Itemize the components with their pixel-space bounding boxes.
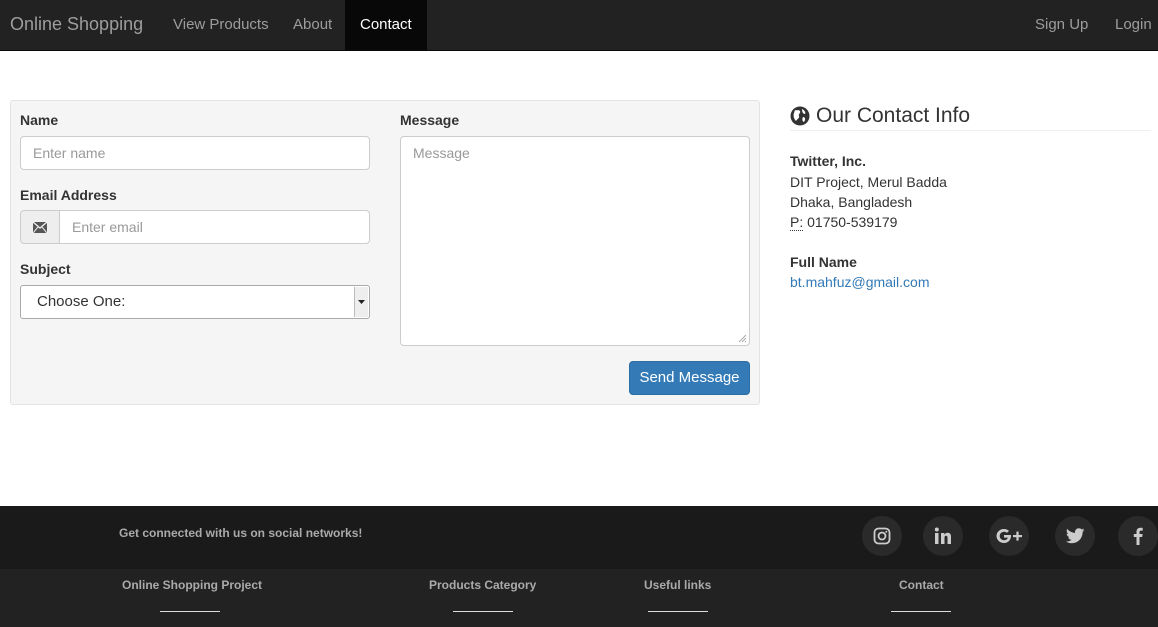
footer-heading-useful-links: Useful links [644,578,712,592]
globe-icon [790,106,810,126]
resize-handle-icon[interactable] [737,333,747,343]
nav-about[interactable]: About [278,0,347,50]
person-name-text: Full Name [790,254,857,270]
google-plus-icon[interactable] [989,516,1029,556]
message-label: Message [400,112,460,128]
company-name: Twitter, Inc. [790,153,866,169]
contact-info-title: Our Contact Info [816,104,971,127]
contact-info-heading: Our Contact Info [790,102,1151,131]
footer-divider [891,611,951,612]
footer-heading-products: Products Category [429,578,537,592]
footer-heading-contact: Contact [899,578,944,592]
social-bar: Get connected with us on social networks… [0,506,1158,569]
footer-heading-project: Online Shopping Project [122,578,263,592]
nav-contact[interactable]: Contact [345,0,427,50]
envelope-icon [33,221,47,233]
footer-divider [648,611,708,612]
footer-divider [160,611,220,612]
nav-sign-up[interactable]: Sign Up [1020,0,1103,50]
brand-link[interactable]: Online Shopping [10,14,143,35]
name-input[interactable]: Enter name [20,136,370,170]
subject-label: Subject [20,261,71,277]
email-label: Email Address [20,187,117,203]
phone-number: 01750-539179 [807,214,898,230]
nav-view-products[interactable]: View Products [158,0,284,50]
address-line-1: DIT Project, Merul Badda [790,174,947,190]
email-addon [20,210,60,244]
nav-login[interactable]: Login [1100,0,1158,50]
phone-line: P: 01750-539179 [790,214,898,231]
social-text: Get connected with us on social networks… [119,526,363,540]
company-name-text: Twitter, Inc. [790,153,866,169]
person-name: Full Name [790,254,857,270]
message-textarea[interactable]: Message [400,136,750,346]
address-line-2: Dhaka, Bangladesh [790,194,913,210]
twitter-icon[interactable] [1055,516,1095,556]
email-line: bt.mahfuz@gmail.com [790,274,929,290]
top-navbar: Online Shopping View Products About Cont… [0,0,1158,51]
footer: Online Shopping Project Products Categor… [0,569,1158,627]
phone-prefix: P: [790,214,804,231]
linkedin-icon[interactable] [923,516,963,556]
message-placeholder: Message [413,145,470,161]
footer-divider [453,611,513,612]
name-label: Name [20,112,59,128]
email-link[interactable]: bt.mahfuz@gmail.com [790,274,929,290]
send-message-button[interactable]: Send Message [629,361,750,395]
email-input[interactable]: Enter email [59,210,370,244]
subject-select[interactable]: Choose One: [20,285,370,319]
subject-selected-value: Choose One: [37,293,126,310]
chevron-down-icon [354,287,368,317]
facebook-icon[interactable] [1118,516,1158,556]
instagram-icon[interactable] [862,516,902,556]
